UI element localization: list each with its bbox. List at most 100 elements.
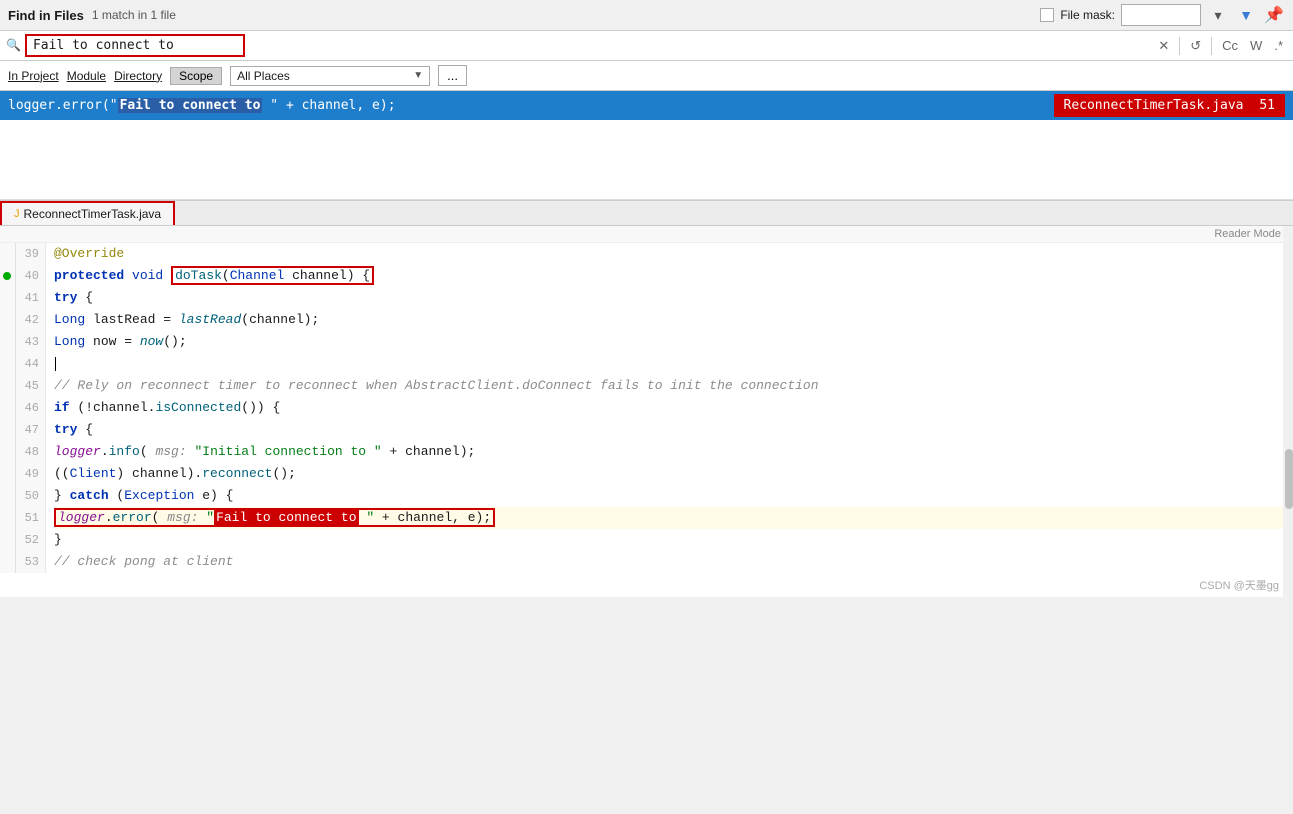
code-line-46: if (!channel.isConnected()) { [54,397,1285,419]
watermark: CSDN @天墨gg [0,573,1293,597]
code-line-53: // check pong at client [54,551,1285,573]
pin-icon-btn[interactable]: 📌 [1263,4,1285,26]
vertical-scrollbar[interactable] [1283,226,1293,597]
indicator-48 [0,441,15,463]
indicator-52 [0,529,15,551]
linenum-49: 49 [16,463,39,485]
scope-ellipsis-btn[interactable]: ... [438,65,467,86]
result-code-suffix: " + channel, e); [262,98,395,113]
result-line-number: 51 [1259,98,1275,113]
scope-btn[interactable]: Scope [170,67,222,85]
linenum-43: 43 [16,331,39,353]
divider2 [1211,37,1212,55]
indicator-45 [0,375,15,397]
linenum-48: 48 [16,441,39,463]
scope-dropdown[interactable]: All Places ▼ [230,66,430,86]
directory-link[interactable]: Directory [114,69,162,83]
indicator-39 [0,243,15,265]
code-line-50: } catch (Exception e) { [54,485,1285,507]
linenum-42: 42 [16,309,39,331]
code-line-39: @Override [54,243,1285,265]
indicator-40 [0,265,15,287]
result-code-line: logger.error("Fail to connect to " + cha… [8,98,1054,113]
find-in-files-title: Find in Files [8,8,84,23]
cursor-caret [55,357,56,371]
linenum-53: 53 [16,551,39,573]
indicator-46 [0,397,15,419]
java-file-icon: J [14,208,20,220]
results-row[interactable]: logger.error("Fail to connect to " + cha… [0,91,1293,120]
result-filename-badge: ReconnectTimerTask.java 51 [1054,94,1286,117]
dropdown-arrow-btn[interactable]: ▾ [1207,4,1229,26]
code-line-45: // Rely on reconnect timer to reconnect … [54,375,1285,397]
code-content[interactable]: @Override protected void doTask(Channel … [46,243,1293,573]
editor-container: J ReconnectTimerTask.java Reader Mode [0,200,1293,597]
file-mask-label: File mask: [1060,8,1115,22]
linenum-51: 51 [16,507,39,529]
indicator-41 [0,287,15,309]
code-line-44 [54,353,1285,375]
regex-btn[interactable]: .* [1270,36,1287,55]
scope-dropdown-value: All Places [237,69,409,83]
code-line-41: try { [54,287,1285,309]
code-line-49: ((Client) channel).reconnect(); [54,463,1285,485]
code-editor: Reader Mode [0,226,1293,597]
code-line-52: } [54,529,1285,551]
search-icon: 🔍 [6,38,21,53]
linenum-47: 47 [16,419,39,441]
refresh-btn[interactable]: ↺ [1186,36,1205,56]
result-line-highlight-box: logger.error( msg: "Fail to connect to "… [54,508,495,527]
indicator-49 [0,463,15,485]
editor-tabs: J ReconnectTimerTask.java [0,201,1293,226]
scrollbar-thumb[interactable] [1285,449,1293,509]
search-action-icons: ✕ ↺ Cc W .* [1154,36,1287,56]
reader-mode-btn[interactable]: Reader Mode [0,226,1293,243]
code-line-48: logger.info( msg: "Initial connection to… [54,441,1285,463]
code-line-47: try { [54,419,1285,441]
indicator-42 [0,309,15,331]
search-input[interactable] [25,34,245,57]
linenum-45: 45 [16,375,39,397]
toolbar-icons: File mask: ▾ ▼ 📌 [1040,4,1285,26]
scope-dropdown-arrow-icon: ▼ [413,70,423,81]
editor-tab-label: ReconnectTimerTask.java [24,207,162,221]
string-highlight-fail: Fail to connect to [214,510,358,525]
indicator-47 [0,419,15,441]
indicator-53 [0,551,15,573]
linenum-44: 44 [16,353,39,375]
linenum-40: 40 [16,265,39,287]
gutter: 39 40 41 42 43 44 45 46 47 48 49 50 51 5… [0,243,46,573]
linenum-46: 46 [16,397,39,419]
case-btn[interactable]: Cc [1218,36,1242,55]
indicator-44 [0,353,15,375]
in-project-link[interactable]: In Project [8,69,59,83]
match-count: 1 match in 1 file [92,8,176,22]
line-indicators [0,243,16,573]
code-line-43: Long now = now(); [54,331,1285,353]
indicator-50 [0,485,15,507]
clear-search-btn[interactable]: ✕ [1154,36,1173,56]
annotation-text: @Override [54,246,124,261]
code-line-51: logger.error( msg: "Fail to connect to "… [54,507,1285,529]
line-numbers: 39 40 41 42 43 44 45 46 47 48 49 50 51 5… [16,243,46,573]
code-lines: 39 40 41 42 43 44 45 46 47 48 49 50 51 5… [0,243,1293,573]
code-line-42: Long lastRead = lastRead(channel); [54,309,1285,331]
result-highlight: Fail to connect to [118,98,263,113]
result-filename: ReconnectTimerTask.java [1064,98,1244,113]
method-highlight-box: doTask(Channel channel) { [171,266,374,285]
file-mask-input[interactable] [1121,4,1201,26]
toolbar: Find in Files 1 match in 1 file File mas… [0,0,1293,31]
indicator-51 [0,507,15,529]
results-empty-area [0,120,1293,200]
module-link[interactable]: Module [67,69,106,83]
file-mask-checkbox[interactable] [1040,8,1054,22]
linenum-41: 41 [16,287,39,309]
filter-icon-btn[interactable]: ▼ [1235,4,1257,26]
linenum-52: 52 [16,529,39,551]
editor-tab-reconnect[interactable]: J ReconnectTimerTask.java [0,201,175,225]
code-line-40: protected void doTask(Channel channel) { [54,265,1285,287]
linenum-50: 50 [16,485,39,507]
word-btn[interactable]: W [1246,36,1266,55]
breakpoint-dot [3,272,11,280]
search-bar: 🔍 ✕ ↺ Cc W .* [0,31,1293,61]
